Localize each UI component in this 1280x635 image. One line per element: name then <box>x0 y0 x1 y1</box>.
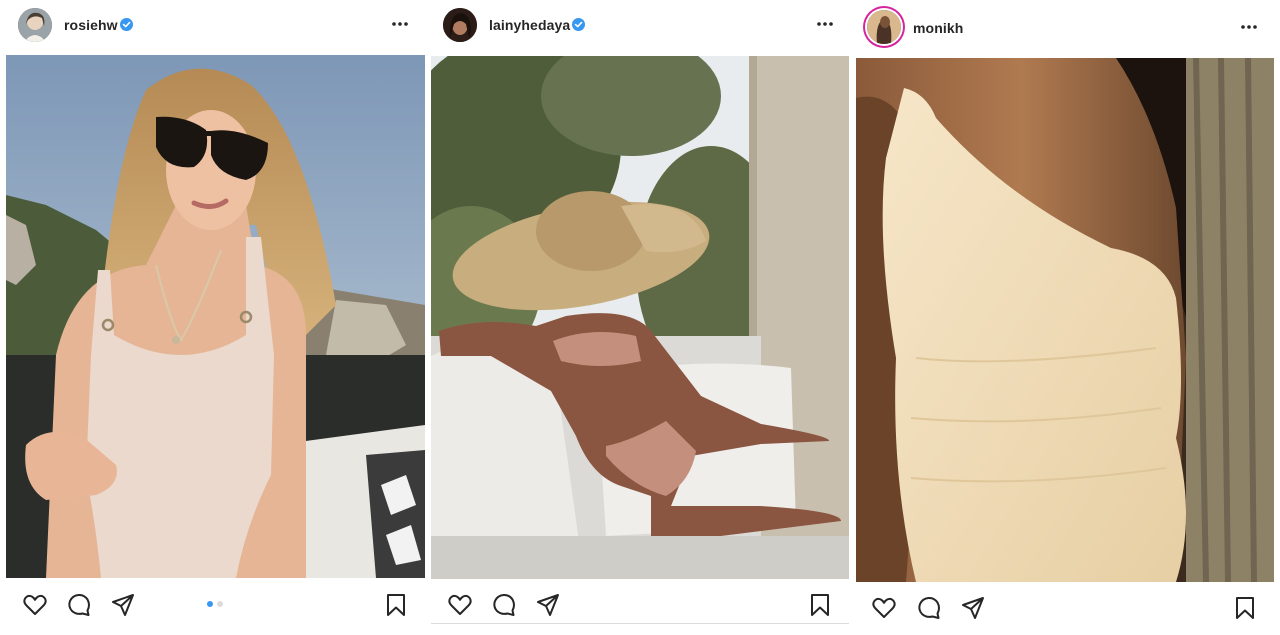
username[interactable]: lainyhedaya <box>489 17 570 33</box>
post-header: rosiehw <box>6 0 425 50</box>
avatar[interactable] <box>18 8 52 42</box>
carousel-indicator <box>207 601 223 607</box>
comment-icon[interactable] <box>916 595 942 621</box>
post-monikh: monikh <box>856 0 1274 631</box>
heart-icon[interactable] <box>871 595 897 621</box>
more-horizontal-icon[interactable] <box>1239 17 1259 37</box>
share-icon[interactable] <box>535 592 561 618</box>
post-header: monikh <box>856 0 1274 50</box>
avatar-story-ring[interactable] <box>867 10 901 44</box>
avatar-image <box>867 10 901 44</box>
post-rosiehw: rosiehw <box>6 0 425 631</box>
post-divider <box>431 623 849 624</box>
comment-icon[interactable] <box>66 592 92 618</box>
comment-icon[interactable] <box>491 592 517 618</box>
photo-image <box>856 58 1274 582</box>
more-horizontal-icon[interactable] <box>815 14 835 34</box>
share-icon[interactable] <box>960 595 986 621</box>
username[interactable]: rosiehw <box>64 17 118 33</box>
share-icon[interactable] <box>110 592 136 618</box>
post-photo[interactable] <box>6 55 425 578</box>
more-horizontal-icon[interactable] <box>390 14 410 34</box>
photo-image <box>431 56 849 579</box>
avatar-image <box>443 8 477 42</box>
post-actions <box>856 591 1274 635</box>
post-actions <box>6 587 425 631</box>
verified-badge-icon <box>572 18 585 31</box>
verified-badge-icon <box>120 18 133 31</box>
bookmark-icon[interactable] <box>1232 595 1258 621</box>
bookmark-icon[interactable] <box>807 592 833 618</box>
post-photo[interactable] <box>856 58 1274 582</box>
post-actions <box>431 587 849 631</box>
post-photo[interactable] <box>431 56 849 579</box>
carousel-dot[interactable] <box>217 601 223 607</box>
username[interactable]: monikh <box>913 20 963 36</box>
photo-image <box>6 55 425 578</box>
avatar[interactable] <box>443 8 477 42</box>
bookmark-icon[interactable] <box>383 592 409 618</box>
carousel-dot-active[interactable] <box>207 601 213 607</box>
post-lainyhedaya: lainyhedaya <box>431 0 849 631</box>
heart-icon[interactable] <box>447 592 473 618</box>
avatar-image <box>18 8 52 42</box>
post-header: lainyhedaya <box>431 0 849 50</box>
heart-icon[interactable] <box>22 592 48 618</box>
